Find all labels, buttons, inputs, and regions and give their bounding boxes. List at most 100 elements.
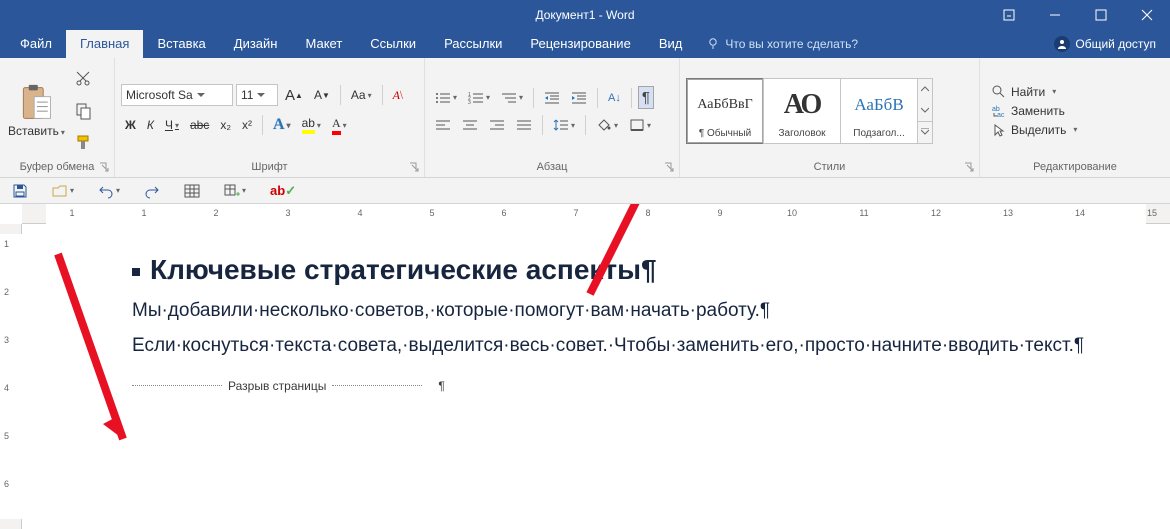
folder-open-icon: [52, 183, 68, 199]
strikethrough-button[interactable]: abc: [186, 115, 213, 135]
increase-indent-button[interactable]: [567, 88, 591, 108]
ribbon-tabs: Файл Главная Вставка Дизайн Макет Ссылки…: [0, 30, 1170, 58]
title-bar: Документ1 - Word: [0, 0, 1170, 30]
tab-home[interactable]: Главная: [66, 30, 143, 58]
ribbon-display-options-button[interactable]: [986, 0, 1032, 30]
bullet-list-icon: [435, 91, 451, 105]
styles-more-button[interactable]: [917, 78, 933, 144]
page-break-indicator[interactable]: Разрыв страницы ¶: [132, 379, 1092, 393]
tab-review[interactable]: Рецензирование: [516, 30, 644, 58]
align-center-button[interactable]: [458, 115, 482, 135]
style-tile-normal[interactable]: АаБбВвГ ¶ Обычный: [686, 78, 764, 144]
clipboard-dialog-launcher[interactable]: [98, 161, 110, 173]
table-plus-icon: [224, 183, 240, 199]
align-center-icon: [462, 118, 478, 132]
doc-paragraph-1[interactable]: Мы·добавили·несколько·советов,·которые·п…: [132, 296, 1092, 325]
decrease-indent-button[interactable]: [540, 88, 564, 108]
font-name-value: Microsoft Sa: [126, 88, 193, 102]
change-case-button[interactable]: Aa: [347, 85, 376, 105]
qat-redo-button[interactable]: [140, 180, 164, 202]
doc-paragraph-2[interactable]: Если·коснуться·текста·совета,·выделится·…: [132, 331, 1092, 360]
qat-spelling-button[interactable]: ab✓: [266, 180, 300, 202]
styles-gallery[interactable]: АаБбВвГ ¶ Обычный АО Заголовок АаБбВ Под…: [686, 78, 933, 144]
close-button[interactable]: [1124, 0, 1170, 30]
font-color-button[interactable]: A: [328, 113, 351, 138]
redo-icon: [144, 183, 160, 199]
window-title: Документ1 - Word: [535, 8, 634, 22]
borders-icon: [629, 118, 645, 132]
styles-dialog-launcher[interactable]: [963, 161, 975, 173]
shading-button[interactable]: [592, 115, 622, 135]
qat-undo-button[interactable]: [94, 180, 124, 202]
superscript-button[interactable]: x²: [238, 115, 256, 135]
cut-button[interactable]: [71, 67, 97, 91]
svg-text:3: 3: [468, 100, 471, 105]
minimize-button[interactable]: [1032, 0, 1078, 30]
underline-button[interactable]: Ч: [161, 115, 183, 135]
paste-button[interactable]: Вставить: [8, 124, 65, 138]
align-left-button[interactable]: [431, 115, 455, 135]
clear-formatting-button[interactable]: A⧹: [389, 85, 407, 106]
copy-icon: [75, 102, 93, 120]
share-button[interactable]: Общий доступ: [1040, 30, 1170, 58]
number-list-icon: 123: [468, 91, 484, 105]
qat-insert-table-button[interactable]: [220, 180, 250, 202]
multilevel-icon: [501, 91, 517, 105]
show-hide-marks-button[interactable]: ¶: [638, 86, 654, 109]
highlight-button[interactable]: ab: [298, 113, 325, 137]
svg-text:ac: ac: [997, 112, 1005, 118]
font-name-combo[interactable]: Microsoft Sa: [121, 84, 233, 106]
qat-open-button[interactable]: [48, 180, 78, 202]
align-right-button[interactable]: [485, 115, 509, 135]
italic-button[interactable]: К: [143, 115, 158, 135]
ribbon: Вставить Буфер обмена Microsoft Sa 11 A▲: [0, 58, 1170, 178]
tab-references[interactable]: Ссылки: [356, 30, 430, 58]
line-spacing-button[interactable]: [549, 115, 579, 135]
tell-me-placeholder: Что вы хотите сделать?: [725, 37, 858, 51]
grow-font-button[interactable]: A▲: [281, 84, 307, 107]
replace-icon: abac: [992, 104, 1006, 118]
tab-view[interactable]: Вид: [645, 30, 697, 58]
subscript-button[interactable]: x₂: [216, 115, 235, 135]
cursor-icon: [992, 123, 1006, 137]
tab-mailings[interactable]: Рассылки: [430, 30, 516, 58]
tab-insert[interactable]: Вставка: [143, 30, 219, 58]
tab-layout[interactable]: Макет: [291, 30, 356, 58]
bullet-icon: [132, 268, 140, 276]
sort-button[interactable]: А↓: [604, 89, 625, 107]
shrink-font-button[interactable]: A▼: [310, 85, 334, 105]
paragraph-dialog-launcher[interactable]: [663, 161, 675, 173]
tab-design[interactable]: Дизайн: [220, 30, 292, 58]
maximize-button[interactable]: [1078, 0, 1124, 30]
multilevel-list-button[interactable]: [497, 88, 527, 108]
group-clipboard-label: Буфер обмена: [0, 159, 114, 177]
qat-table-button[interactable]: [180, 180, 204, 202]
table-icon: [184, 183, 200, 199]
justify-button[interactable]: [512, 115, 536, 135]
document-canvas[interactable]: Ключевые стратегические аспекты¶ Мы·доба…: [22, 224, 1170, 529]
format-painter-button[interactable]: [71, 131, 97, 155]
find-button[interactable]: Найти: [992, 85, 1077, 99]
lightbulb-icon: [706, 37, 720, 51]
replace-button[interactable]: abac Заменить: [992, 104, 1077, 118]
style-tile-subheading[interactable]: АаБбВ Подзагол...: [840, 78, 918, 144]
tell-me-box[interactable]: Что вы хотите сделать?: [706, 37, 858, 51]
qat-save-button[interactable]: [8, 180, 32, 202]
font-size-combo[interactable]: 11: [236, 84, 278, 106]
font-dialog-launcher[interactable]: [408, 161, 420, 173]
tab-file[interactable]: Файл: [6, 30, 66, 58]
bullets-button[interactable]: [431, 88, 461, 108]
borders-button[interactable]: [625, 115, 655, 135]
select-button[interactable]: Выделить: [992, 123, 1077, 137]
vertical-ruler[interactable]: 123456: [0, 224, 22, 529]
text-effects-button[interactable]: A: [269, 113, 295, 137]
bold-button[interactable]: Ж: [121, 115, 140, 135]
group-styles-label: Стили: [680, 159, 979, 177]
doc-heading[interactable]: Ключевые стратегические аспекты¶: [132, 254, 1092, 286]
horizontal-ruler[interactable]: 1123456789101112131415: [22, 204, 1170, 224]
document-area: 1123456789101112131415 123456 Ключевые с…: [0, 204, 1170, 529]
copy-button[interactable]: [71, 99, 97, 123]
style-tile-heading[interactable]: АО Заголовок: [763, 78, 841, 144]
numbering-button[interactable]: 123: [464, 88, 494, 108]
brush-icon: [75, 134, 93, 152]
